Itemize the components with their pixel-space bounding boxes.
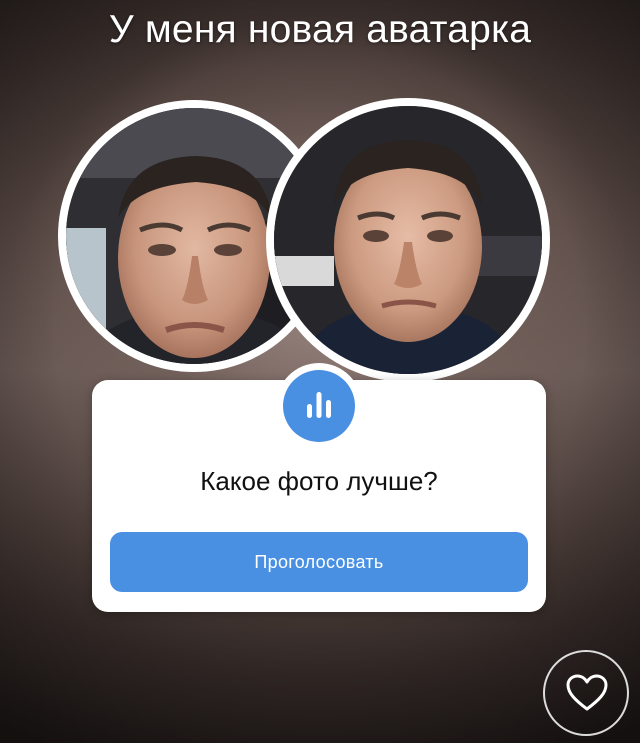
avatar-photo-right [266, 98, 550, 382]
poll-chart-icon [276, 363, 362, 449]
like-button[interactable] [543, 650, 629, 736]
vote-button[interactable]: Проголосовать [110, 532, 528, 592]
poll-question: Какое фото лучше? [200, 466, 438, 496]
portrait-right-image [274, 106, 542, 374]
bar-chart-icon [307, 392, 331, 418]
story-headline: У меня новая аватарка [108, 8, 532, 51]
heart-icon [566, 674, 608, 711]
poll-icon-badge [283, 370, 355, 442]
